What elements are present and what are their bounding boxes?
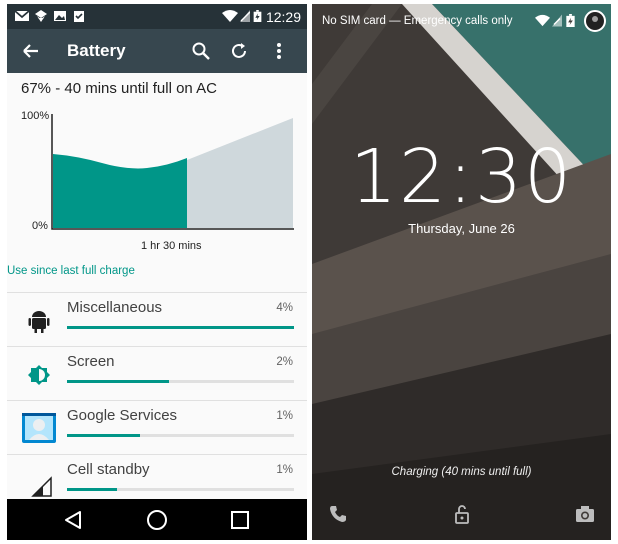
usage-row-miscellaneous[interactable]: Miscellaneous 4% bbox=[7, 292, 307, 346]
back-arrow-icon[interactable] bbox=[21, 41, 41, 61]
status-time: 12:29 bbox=[265, 9, 301, 25]
lock-clock: 12:30 bbox=[349, 134, 574, 220]
usage-since-charge-header: Use since last full charge bbox=[7, 265, 135, 277]
usage-row-screen[interactable]: Screen 2% bbox=[7, 346, 307, 400]
cell-signal-icon bbox=[31, 476, 52, 497]
usage-bar-fill bbox=[67, 488, 117, 491]
row-name: Google Services bbox=[67, 407, 178, 424]
usage-bar bbox=[67, 380, 294, 383]
usage-bar bbox=[67, 326, 294, 329]
camera-icon[interactable] bbox=[575, 504, 595, 524]
lock-wallpaper bbox=[312, 4, 611, 540]
carrier-text: No SIM card — Emergency calls only bbox=[322, 15, 513, 27]
android-icon bbox=[28, 311, 50, 333]
unlock-icon[interactable] bbox=[452, 504, 472, 524]
google-services-icon bbox=[22, 413, 56, 443]
wifi-icon bbox=[535, 14, 550, 27]
battery-charging-icon bbox=[253, 10, 262, 22]
battery-history-area bbox=[53, 154, 187, 228]
navigation-bar bbox=[7, 499, 307, 540]
status-bar: 12:29 bbox=[7, 4, 307, 29]
chart-x-label: 1 hr 30 mins bbox=[141, 240, 202, 252]
charging-status: Charging (40 mins until full) bbox=[391, 466, 532, 478]
usage-bar bbox=[67, 488, 294, 491]
back-nav-icon[interactable] bbox=[61, 508, 85, 532]
battery-projection-area bbox=[187, 118, 293, 228]
usage-bar-fill bbox=[67, 380, 170, 383]
user-avatar[interactable] bbox=[584, 10, 606, 32]
usage-row-google-services[interactable]: Google Services 1% bbox=[7, 400, 307, 454]
lock-status-bar: No SIM card — Emergency calls only bbox=[312, 4, 611, 38]
row-percent: 1% bbox=[276, 464, 293, 476]
battery-history-chart: 100% 0% 1 hr 30 mins bbox=[7, 108, 307, 258]
recents-nav-icon[interactable] bbox=[228, 508, 252, 532]
usage-bar-fill bbox=[67, 326, 294, 329]
battery-settings-screen: 12:29 Battery 67% - 40 mins until full o… bbox=[7, 4, 307, 540]
battery-chart-graphic bbox=[51, 114, 294, 230]
phone-icon[interactable] bbox=[328, 504, 348, 524]
signal-icon bbox=[552, 14, 562, 27]
signal-icon bbox=[240, 10, 250, 22]
clipboard-check-icon bbox=[74, 11, 84, 22]
row-name: Screen bbox=[67, 353, 115, 370]
usage-bar bbox=[67, 434, 294, 437]
row-percent: 2% bbox=[276, 356, 293, 368]
chart-y-min-label: 0% bbox=[32, 220, 48, 232]
row-percent: 1% bbox=[276, 410, 293, 422]
wifi-icon bbox=[222, 10, 238, 22]
row-percent: 4% bbox=[276, 302, 293, 314]
battery-charging-icon bbox=[566, 14, 575, 27]
toolbar: Battery bbox=[7, 29, 307, 73]
image-icon bbox=[54, 11, 66, 21]
avatar-image bbox=[586, 12, 604, 30]
battery-summary: 67% - 40 mins until full on AC bbox=[21, 80, 217, 97]
search-icon[interactable] bbox=[191, 41, 211, 61]
lock-date: Thursday, June 26 bbox=[408, 221, 515, 236]
home-nav-icon[interactable] bbox=[145, 508, 169, 532]
chart-y-max-label: 100% bbox=[21, 110, 50, 122]
brightness-icon bbox=[28, 365, 50, 385]
overflow-menu-icon[interactable] bbox=[275, 41, 283, 61]
row-name: Cell standby bbox=[67, 461, 150, 478]
dropbox-icon bbox=[35, 10, 47, 22]
page-title: Battery bbox=[67, 41, 126, 60]
refresh-icon[interactable] bbox=[229, 41, 249, 61]
row-name: Miscellaneous bbox=[67, 299, 163, 316]
lock-screen: No SIM card — Emergency calls only 12:30… bbox=[312, 4, 611, 540]
usage-bar-fill bbox=[67, 434, 140, 437]
gmail-icon bbox=[15, 10, 29, 21]
